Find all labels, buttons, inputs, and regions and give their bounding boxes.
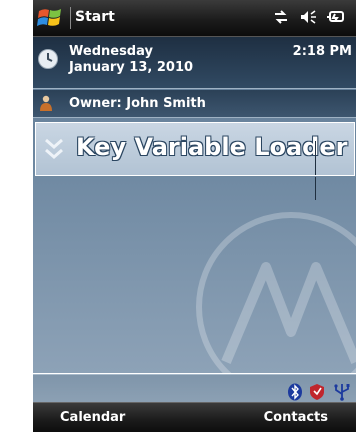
today-screen: Wednesday January 13, 2010 2:18 PM Owner… [33, 37, 356, 409]
start-button[interactable]: Start [75, 9, 115, 25]
battery-charging-icon[interactable] [326, 8, 346, 26]
clock-icon [37, 48, 59, 74]
cursor-line-upper [315, 141, 316, 175]
date-time-row[interactable]: Wednesday January 13, 2010 2:18 PM [33, 37, 356, 89]
title-separator [70, 7, 71, 29]
pocket-pc-screen: Start Wednesday January 13, 2010 2:18 PM… [33, 0, 356, 432]
speaker-icon[interactable] [299, 8, 317, 26]
weekday-text: Wednesday [69, 44, 153, 59]
contacts-softkey[interactable]: Contacts [264, 410, 328, 425]
time-text: 2:18 PM [292, 44, 352, 59]
key-variable-loader-row[interactable]: Key Variable Loader [35, 122, 355, 176]
calendar-softkey[interactable]: Calendar [60, 410, 125, 425]
owner-text: Owner: John Smith [69, 96, 206, 111]
status-icons [272, 8, 346, 26]
title-bar: Start [33, 0, 356, 37]
windows-start-icon[interactable] [37, 6, 63, 30]
full-date-text: January 13, 2010 [69, 60, 194, 75]
date-text: Wednesday January 13, 2010 [69, 44, 193, 76]
cursor-line-lower [315, 177, 316, 200]
owner-row[interactable]: Owner: John Smith [33, 90, 356, 118]
owner-person-icon [39, 95, 53, 116]
app-title: Key Variable Loader [76, 133, 348, 161]
double-chevron-down-icon [43, 137, 65, 165]
softkey-bar: Calendar Contacts [33, 402, 356, 432]
data-connection-icon[interactable] [272, 8, 290, 26]
